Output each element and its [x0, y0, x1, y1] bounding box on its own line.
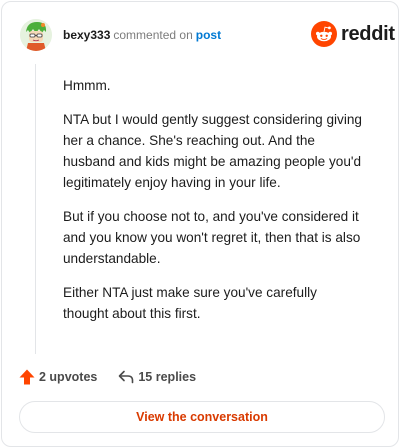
comment-meta: bexy333 commented on post [63, 28, 221, 42]
replies-button[interactable]: 15 replies [117, 368, 196, 386]
reddit-snoo-icon [311, 21, 337, 47]
comment-embed-card: bexy333 commented on post reddit Hmmm. N… [1, 1, 399, 447]
reply-arrow-icon [117, 368, 135, 386]
upvote-arrow-icon [18, 368, 36, 386]
post-link[interactable]: post [196, 28, 221, 42]
comment-footer: 2 upvotes 15 replies [18, 366, 196, 388]
comment-paragraph: Hmmm. [63, 78, 111, 93]
thread-line [35, 64, 36, 354]
comment-paragraph: Either NTA just make sure you've careful… [63, 285, 317, 321]
comment-paragraph: NTA but I would gently suggest consideri… [63, 112, 362, 190]
avatar[interactable] [20, 19, 52, 51]
reddit-wordmark: reddit [341, 23, 395, 45]
upvotes-button[interactable]: 2 upvotes [18, 368, 97, 386]
commented-on-text: commented on [113, 28, 193, 42]
view-conversation-button[interactable]: View the conversation [19, 401, 385, 433]
username-link[interactable]: bexy333 [63, 28, 110, 42]
comment-paragraph: But if you choose not to, and you've con… [63, 209, 361, 266]
comment-header: bexy333 commented on post reddit [2, 2, 398, 66]
reddit-logo[interactable]: reddit [311, 21, 395, 47]
replies-count: 15 replies [138, 370, 197, 384]
upvotes-count: 2 upvotes [39, 370, 98, 384]
comment-body: Hmmm. NTA but I would gently suggest con… [63, 75, 363, 337]
